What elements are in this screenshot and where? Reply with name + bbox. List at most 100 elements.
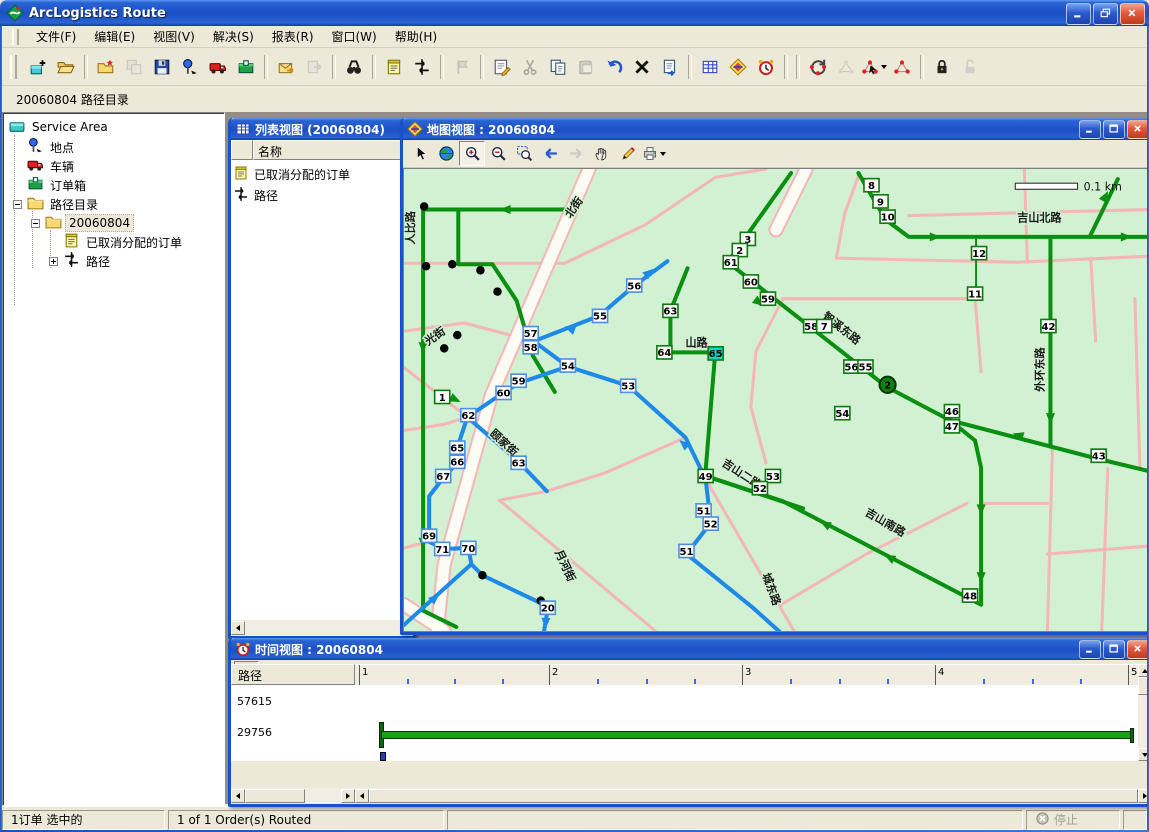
map-canvas[interactable]: 北街人比路光街吉山北路外环东路智溪东路山路颐家街吉山二路月河街城东路吉山南路28… [403, 168, 1149, 632]
restore-button[interactable] [1093, 3, 1118, 25]
list-view-window[interactable]: 列表视图 (20060804) 名称 已取消分配的订单路径 [228, 118, 416, 639]
route-row-label[interactable]: 57615 [237, 695, 272, 708]
toolbar-order-box[interactable] [232, 53, 260, 81]
column-header-blank[interactable] [231, 140, 253, 160]
toolbar-paste-special[interactable] [656, 53, 684, 81]
tree-expander-plus[interactable] [49, 255, 58, 264]
map-stop-marker-71[interactable]: 71 [435, 542, 450, 555]
map-stop-marker-56[interactable]: 56 [627, 279, 642, 292]
toolbar-import-orders[interactable] [272, 53, 300, 81]
map-stop-marker-8[interactable]: 8 [864, 179, 879, 192]
map-tool-draw[interactable] [615, 141, 641, 166]
route-row-label[interactable]: 29756 [237, 726, 272, 739]
map-stop-marker-54[interactable]: 54 [560, 359, 575, 372]
time-left-scrollbar[interactable] [231, 788, 355, 804]
unassigned-stop-dot[interactable] [493, 287, 501, 296]
map-stop-marker-12[interactable]: 12 [972, 247, 987, 260]
toolbar-list-view[interactable] [696, 53, 724, 81]
toolbar-locations[interactable] [176, 53, 204, 81]
map-svg[interactable]: 北街人比路光街吉山北路外环东路智溪东路山路颐家街吉山二路月河街城东路吉山南路28… [404, 169, 1149, 631]
menu-view[interactable]: 视图(V) [144, 25, 204, 48]
map-tool-full-extent[interactable] [433, 141, 459, 166]
map-stop-marker-61[interactable]: 61 [723, 256, 738, 269]
toolbar-reassign-tool[interactable] [860, 53, 888, 81]
map-stop-marker-55[interactable]: 55 [858, 360, 873, 373]
scroll-left-button[interactable] [231, 789, 245, 803]
route-gantt-bar[interactable] [381, 731, 1133, 739]
tree-expander-minus[interactable] [13, 198, 22, 207]
menu-window[interactable]: 窗口(W) [323, 25, 386, 48]
toolbar-routes[interactable] [408, 53, 436, 81]
map-stop-marker-56[interactable]: 56 [844, 360, 859, 373]
map-tool-back[interactable] [537, 141, 563, 166]
minimize-button[interactable] [1079, 120, 1101, 139]
tree-item-label[interactable]: 路径 [83, 252, 113, 271]
map-stop-marker-58[interactable]: 58 [523, 341, 538, 354]
map-tool-zoom-in[interactable] [459, 141, 485, 166]
tree-item-vehicles[interactable]: 车辆 [3, 155, 224, 174]
unassigned-stop-dot[interactable] [453, 331, 461, 340]
map-depot-marker[interactable]: 2 [880, 377, 896, 393]
map-stop-marker-52[interactable]: 52 [752, 482, 767, 495]
dropdown-caret-icon[interactable] [660, 152, 666, 156]
map-stop-marker-47[interactable]: 47 [944, 420, 959, 433]
map-stop-marker-65[interactable]: 65 [450, 441, 465, 454]
tree-item-route-folder[interactable]: 路径目录 [3, 193, 224, 212]
toolbar-new-folder[interactable] [92, 53, 120, 81]
map-stop-marker-59[interactable]: 59 [760, 292, 775, 305]
toolbar-build-routes[interactable] [804, 53, 832, 81]
menu-reports[interactable]: 报表(R) [263, 25, 323, 48]
toolbar-route-network[interactable] [888, 53, 916, 81]
map-tool-print[interactable] [641, 141, 667, 166]
list-row-label[interactable]: 已取消分配的订单 [254, 166, 350, 183]
list-row-label[interactable]: 路径 [254, 187, 278, 204]
toolbar-orders[interactable] [380, 53, 408, 81]
map-stop-marker-62[interactable]: 62 [461, 409, 476, 422]
map-stop-marker-1[interactable]: 1 [435, 390, 450, 403]
scroll-right-button[interactable] [341, 789, 355, 803]
map-stop-marker-46[interactable]: 46 [944, 405, 959, 418]
unassigned-stop-dot[interactable] [420, 202, 428, 211]
maximize-button[interactable] [1103, 120, 1125, 139]
toolbar-vehicles[interactable] [204, 53, 232, 81]
close-button[interactable] [1127, 640, 1149, 659]
map-stop-marker-52[interactable]: 52 [703, 517, 718, 530]
close-button[interactable] [1127, 120, 1149, 139]
toolbar-find[interactable] [340, 53, 368, 81]
tree-item-service-area[interactable]: Service Area [3, 117, 224, 136]
title-bar[interactable]: ArcLogistics Route [0, 0, 1149, 26]
map-tool-zoom-out[interactable] [485, 141, 511, 166]
map-tool-select[interactable] [407, 141, 433, 166]
map-stop-marker-60[interactable]: 60 [496, 386, 511, 399]
map-stop-marker-51[interactable]: 51 [696, 504, 711, 517]
map-tool-pan[interactable] [589, 141, 615, 166]
route-bar-end-cap[interactable] [1130, 728, 1134, 743]
map-stop-marker-54[interactable]: 54 [835, 407, 850, 420]
time-view-window[interactable]: 时间视图 : 20060804 24 路径 12345 5761529756 [228, 638, 1149, 807]
time-view-title-bar[interactable]: 时间视图 : 20060804 [231, 638, 1149, 660]
list-row-unassigned-orders[interactable]: 已取消分配的订单 [233, 164, 350, 184]
map-stop-marker-64[interactable]: 64 [657, 346, 672, 359]
map-stop-marker-57[interactable]: 57 [523, 327, 538, 340]
menu-solve[interactable]: 解决(S) [204, 25, 263, 48]
toolbar-open[interactable] [52, 53, 80, 81]
map-stop-marker-9[interactable]: 9 [873, 195, 888, 208]
dropdown-caret-icon[interactable] [881, 65, 887, 69]
map-view-window[interactable]: 地图视图 : 20060804 北街人比路光街吉山北路外环东路智溪东路山路颐家街… [400, 118, 1149, 635]
map-stop-marker-66[interactable]: 66 [450, 455, 465, 468]
horizontal-scroll-thumb[interactable] [369, 789, 1138, 803]
map-stop-marker-60[interactable]: 60 [743, 275, 758, 288]
list-row-routes[interactable]: 路径 [233, 185, 278, 205]
menu-file[interactable]: 文件(F) [27, 25, 85, 48]
menu-help[interactable]: 帮助(H) [386, 25, 446, 48]
tree-item-routes[interactable]: 路径 [3, 250, 224, 269]
toolbar-lock[interactable] [928, 53, 956, 81]
scroll-left-button[interactable] [355, 789, 369, 803]
map-stop-marker-63[interactable]: 63 [511, 456, 526, 469]
minimize-button[interactable] [1079, 640, 1101, 659]
map-stop-marker-69[interactable]: 69 [422, 529, 437, 542]
map-stop-marker-49[interactable]: 49 [698, 469, 713, 482]
list-view-title-bar[interactable]: 列表视图 (20060804) [231, 118, 413, 140]
map-stop-marker-43[interactable]: 43 [1091, 449, 1106, 462]
map-stop-marker-42[interactable]: 42 [1041, 319, 1056, 332]
